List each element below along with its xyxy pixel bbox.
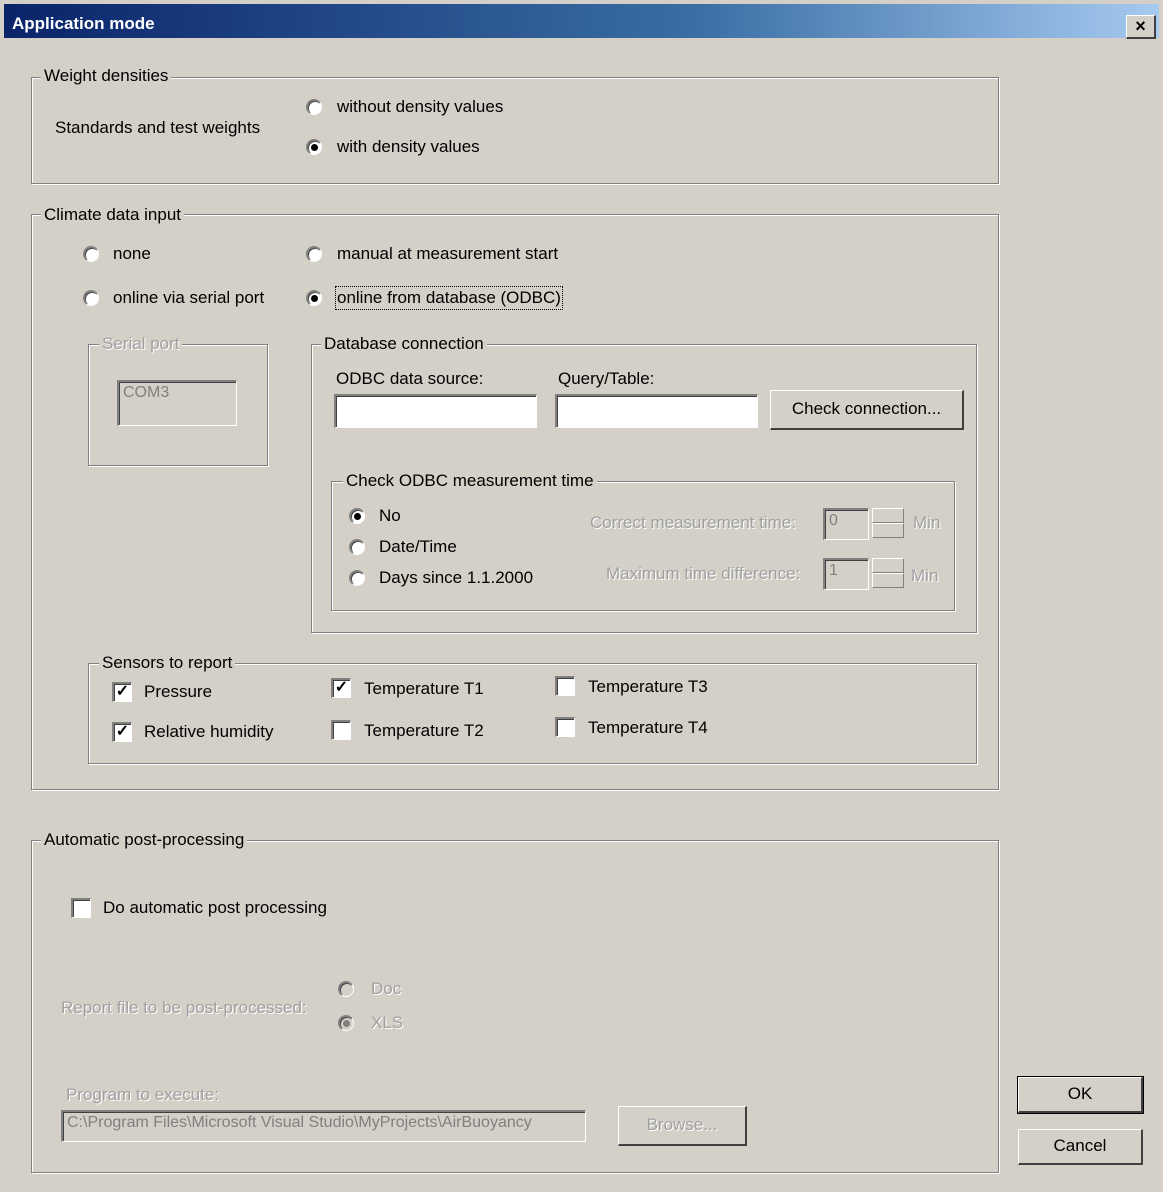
odbc-source-input[interactable]: [334, 394, 537, 428]
report-xls-label[interactable]: XLS: [371, 1013, 403, 1033]
report-doc-radio[interactable]: [338, 981, 354, 997]
query-table-input[interactable]: [555, 394, 758, 428]
pressure-checkbox[interactable]: ✓: [112, 682, 132, 702]
spin-up-icon[interactable]: [872, 558, 904, 573]
climate-none-radio[interactable]: [83, 246, 99, 262]
max-diff-input[interactable]: 1: [823, 558, 869, 590]
climate-none-label[interactable]: none: [113, 244, 151, 264]
temp-t4-label[interactable]: Temperature T4: [588, 718, 708, 738]
climate-serial-radio[interactable]: [83, 290, 99, 306]
window-title: Application mode: [12, 14, 155, 33]
time-datetime-label[interactable]: Date/Time: [379, 537, 457, 557]
odbc-time-label: Check ODBC measurement time: [343, 471, 597, 491]
odbc-source-label: ODBC data source:: [336, 369, 484, 388]
check-connection-button[interactable]: Check connection...: [770, 390, 964, 430]
temp-t3-checkbox[interactable]: [555, 676, 575, 696]
do-post-processing-label[interactable]: Do automatic post processing: [103, 898, 327, 918]
with-density-label[interactable]: with density values: [337, 137, 480, 157]
ok-button[interactable]: OK: [1017, 1076, 1144, 1114]
spin-down-icon[interactable]: [872, 523, 904, 538]
without-density-radio[interactable]: [306, 99, 322, 115]
time-days-radio[interactable]: [349, 570, 365, 586]
report-xls-radio[interactable]: [338, 1015, 354, 1031]
time-no-radio[interactable]: [349, 508, 365, 524]
browse-button[interactable]: Browse...: [618, 1106, 747, 1146]
standards-label: Standards and test weights: [55, 118, 261, 137]
without-density-label[interactable]: without density values: [337, 97, 503, 117]
title-bar: [4, 4, 1159, 38]
max-diff-spinner[interactable]: [872, 558, 904, 588]
temp-t1-checkbox[interactable]: ✓: [331, 678, 351, 698]
serial-port-field[interactable]: COM3: [117, 380, 237, 426]
temp-t3-label[interactable]: Temperature T3: [588, 677, 708, 697]
cancel-button[interactable]: Cancel: [1018, 1129, 1143, 1165]
climate-odbc-label[interactable]: online from database (ODBC): [335, 286, 563, 310]
climate-odbc-radio[interactable]: [306, 290, 322, 306]
correct-time-input[interactable]: 0: [823, 508, 869, 540]
time-days-label[interactable]: Days since 1.1.2000: [379, 568, 533, 588]
time-no-label[interactable]: No: [379, 506, 401, 526]
temp-t4-checkbox[interactable]: [555, 717, 575, 737]
report-doc-label[interactable]: Doc: [371, 979, 401, 999]
report-file-label: Report file to be post-processed:: [61, 998, 307, 1017]
temp-t1-label[interactable]: Temperature T1: [364, 679, 484, 699]
database-connection-label: Database connection: [321, 334, 487, 354]
climate-serial-label[interactable]: online via serial port: [113, 288, 264, 308]
climate-label: Climate data input: [41, 205, 185, 225]
max-diff-unit: Min: [911, 566, 939, 585]
correct-time-spinner[interactable]: [872, 508, 904, 538]
program-input[interactable]: C:\Program Files\Microsoft Visual Studio…: [61, 1110, 586, 1142]
spin-down-icon[interactable]: [872, 573, 904, 588]
program-label: Program to execute:: [66, 1085, 220, 1104]
climate-manual-radio[interactable]: [306, 246, 322, 262]
humidity-checkbox[interactable]: ✓: [112, 722, 132, 742]
sensors-label: Sensors to report: [99, 653, 236, 673]
climate-manual-label[interactable]: manual at measurement start: [337, 244, 558, 264]
correct-time-label: Correct measurement time:: [590, 513, 796, 532]
serial-port-label: Serial port: [99, 334, 183, 354]
post-processing-label: Automatic post-processing: [41, 830, 248, 850]
query-table-label: Query/Table:: [558, 369, 655, 388]
close-button[interactable]: ×: [1126, 15, 1156, 39]
max-diff-label: Maximum time difference:: [606, 564, 801, 583]
spin-up-icon[interactable]: [872, 508, 904, 523]
sensors-group: [88, 663, 977, 764]
temp-t2-checkbox[interactable]: [331, 720, 351, 740]
correct-time-unit: Min: [913, 513, 941, 532]
humidity-label[interactable]: Relative humidity: [144, 722, 273, 742]
with-density-radio[interactable]: [306, 139, 322, 155]
pressure-label[interactable]: Pressure: [144, 682, 212, 702]
weight-densities-label: Weight densities: [41, 66, 172, 86]
temp-t2-label[interactable]: Temperature T2: [364, 721, 484, 741]
do-post-processing-checkbox[interactable]: [71, 898, 91, 918]
close-icon: ×: [1135, 16, 1146, 36]
time-datetime-radio[interactable]: [349, 539, 365, 555]
